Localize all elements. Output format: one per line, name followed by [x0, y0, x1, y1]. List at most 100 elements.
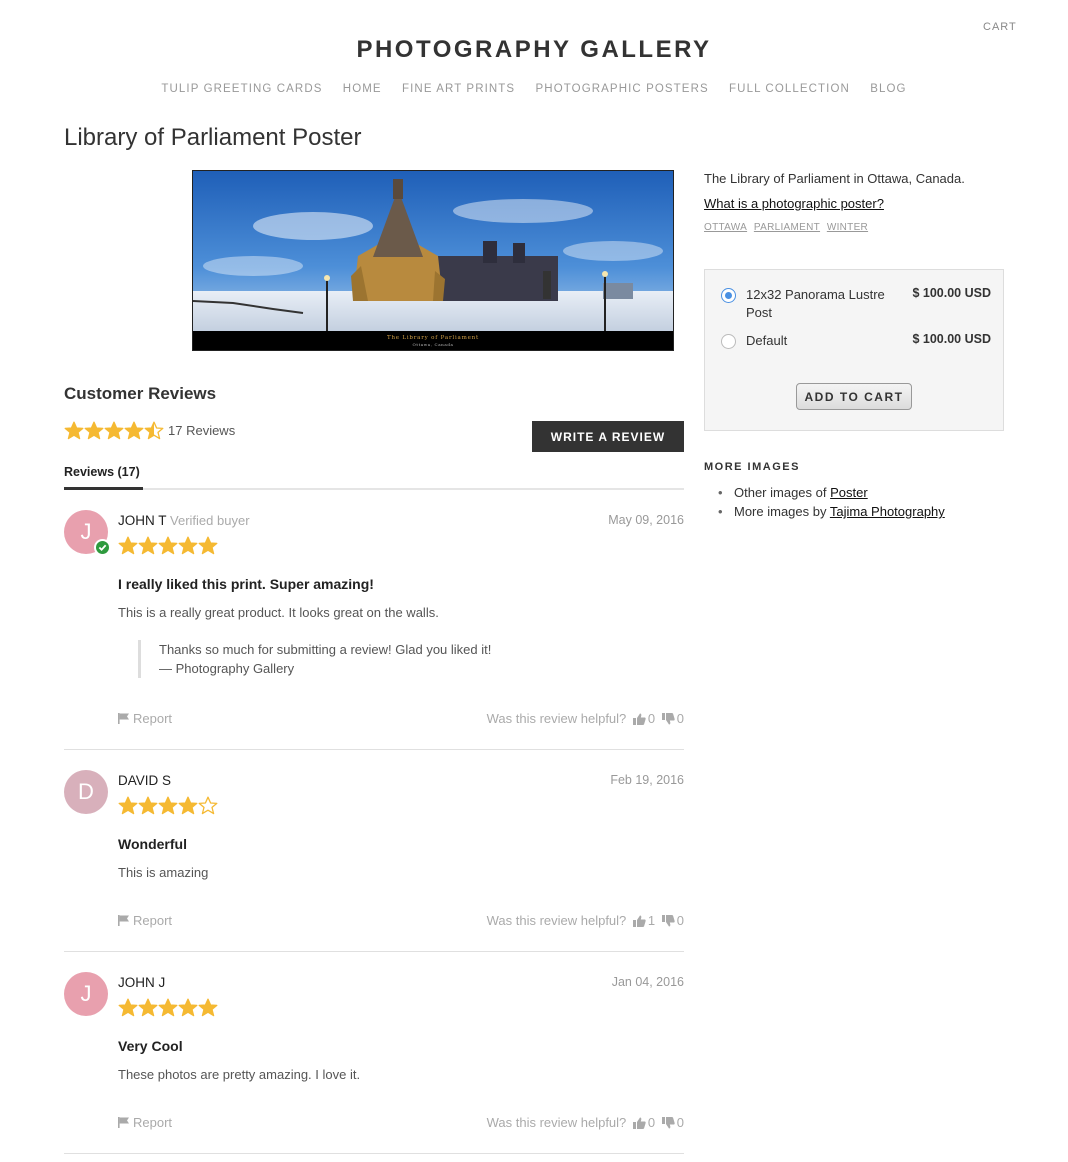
- flag-icon: [118, 713, 129, 724]
- helpful-label: Was this review helpful?: [486, 711, 627, 726]
- thumbs-down-icon[interactable]: [661, 915, 675, 927]
- avatar: D: [64, 770, 108, 814]
- helpful-down-count: 0: [676, 913, 684, 928]
- variant-price: $ 100.00 USD: [912, 286, 991, 300]
- report-button[interactable]: Report: [118, 711, 172, 726]
- nav-item-tulip-greeting-cards[interactable]: TULIP GREETING CARDS: [161, 83, 322, 95]
- review-date: Feb 19, 2016: [610, 773, 684, 787]
- star-half-icon: [144, 421, 164, 440]
- reviewer-name-text: JOHN J: [118, 975, 166, 990]
- reviewer-name-text: DAVID S: [118, 773, 172, 788]
- review-title: I really liked this print. Super amazing…: [118, 576, 374, 592]
- helpful-up-count: 0: [647, 1115, 656, 1130]
- review-rating-stars: [118, 536, 220, 556]
- review-body: These photos are pretty amazing. I love …: [118, 1067, 361, 1082]
- more-images-prefix: More images by: [734, 504, 827, 519]
- star-filled-icon: [158, 998, 178, 1017]
- star-filled-icon: [118, 796, 138, 815]
- star-filled-icon: [124, 421, 144, 440]
- reviews-tab-bar: Reviews (17): [64, 464, 684, 490]
- tab-reviews[interactable]: Reviews (17): [64, 464, 143, 490]
- helpful-down-count: 0: [676, 1115, 684, 1130]
- report-label: Report: [133, 1115, 173, 1130]
- thumbs-up-icon[interactable]: [632, 713, 646, 725]
- product-description: The Library of Parliament in Ottawa, Can…: [704, 171, 965, 186]
- tag-ottawa[interactable]: OTTAWA: [704, 222, 747, 233]
- photographic-poster-info-link[interactable]: What is a photographic poster?: [704, 196, 884, 211]
- nav-item-full-collection[interactable]: FULL COLLECTION: [729, 83, 850, 95]
- star-filled-icon: [64, 421, 84, 440]
- review-helpful: Was this review helpful? 0 0: [487, 1115, 684, 1130]
- helpful-up-count: 0: [647, 711, 656, 726]
- star-filled-icon: [138, 998, 158, 1017]
- radio-selected-icon[interactable]: [721, 288, 736, 303]
- review-count[interactable]: 17 Reviews: [168, 423, 235, 438]
- parliament-panorama-photo: The Library of Parliament Ottawa, Canada: [193, 171, 673, 350]
- list-item: More images by Tajima Photography: [704, 502, 1004, 521]
- tag-parliament[interactable]: PARLIAMENT: [754, 222, 820, 233]
- cart-link[interactable]: CART: [983, 21, 1017, 33]
- variant-selector: 12x32 Panorama Lustre Post $ 100.00 USD …: [704, 269, 1004, 431]
- verified-buyer-label: Verified buyer: [170, 513, 250, 528]
- tag-winter[interactable]: WINTER: [827, 222, 868, 233]
- flag-icon: [118, 915, 129, 926]
- nav-item-home[interactable]: HOME: [343, 83, 382, 95]
- star-filled-icon: [138, 536, 158, 555]
- report-button[interactable]: Report: [118, 1115, 172, 1130]
- review-date: May 09, 2016: [608, 513, 684, 527]
- helpful-up-count: 1: [647, 913, 656, 928]
- site-title[interactable]: PHOTOGRAPHY GALLERY: [0, 36, 1068, 64]
- flag-icon: [118, 1117, 129, 1128]
- product-info: The Library of Parliament in Ottawa, Can…: [704, 170, 1004, 233]
- star-filled-icon: [158, 796, 178, 815]
- star-filled-icon: [138, 796, 158, 815]
- thumbs-up-icon[interactable]: [632, 915, 646, 927]
- product-image[interactable]: The Library of Parliament Ottawa, Canada: [192, 170, 674, 351]
- more-images-prefix: Other images of: [734, 485, 827, 500]
- review-item: J JOHN J Jan 04, 2016 Very Cool These ph…: [64, 972, 684, 1154]
- reviewer-name-text: JOHN T: [118, 513, 167, 528]
- review-item: D DAVID S Feb 19, 2016 Wonderful This is…: [64, 770, 684, 952]
- review-helpful: Was this review helpful? 1 0: [487, 913, 684, 928]
- thumbs-down-icon[interactable]: [661, 713, 675, 725]
- nav-item-photographic-posters[interactable]: PHOTOGRAPHIC POSTERS: [536, 83, 709, 95]
- list-item: Other images of Poster: [704, 483, 1004, 502]
- store-reply-text: Thanks so much for submitting a review! …: [159, 642, 492, 657]
- star-filled-icon: [104, 421, 124, 440]
- review-helpful: Was this review helpful? 0 0: [487, 711, 684, 726]
- photographer-link[interactable]: Tajima Photography: [830, 504, 945, 519]
- more-images-section: MORE IMAGES Other images of Poster More …: [704, 461, 1004, 521]
- thumbs-down-icon[interactable]: [661, 1117, 675, 1129]
- star-filled-icon: [198, 536, 218, 555]
- star-filled-icon: [84, 421, 104, 440]
- review-title: Very Cool: [118, 1038, 183, 1054]
- star-filled-icon: [178, 998, 198, 1017]
- variant-label: Default: [746, 333, 788, 348]
- reviews-heading: Customer Reviews: [64, 384, 217, 403]
- star-filled-icon: [158, 536, 178, 555]
- reviewer-name: JOHN T Verified buyer: [118, 513, 250, 528]
- radio-unselected-icon[interactable]: [721, 334, 736, 349]
- nav-item-blog[interactable]: BLOG: [870, 83, 906, 95]
- review-rating-stars: [118, 998, 220, 1018]
- nav-item-fine-art-prints[interactable]: FINE ART PRINTS: [402, 83, 515, 95]
- image-caption-subtitle: Ottawa, Canada: [413, 342, 454, 347]
- reviewer-name: JOHN J: [118, 975, 165, 990]
- review-date: Jan 04, 2016: [611, 975, 684, 989]
- verified-check-icon: [94, 539, 111, 556]
- star-filled-icon: [118, 998, 138, 1017]
- store-reply-author: — Photography Gallery: [159, 661, 295, 676]
- helpful-label: Was this review helpful?: [486, 1115, 627, 1130]
- write-review-button[interactable]: WRITE A REVIEW: [532, 421, 684, 452]
- more-images-heading: MORE IMAGES: [704, 461, 800, 473]
- report-label: Report: [133, 913, 173, 928]
- add-to-cart-button[interactable]: ADD TO CART: [796, 383, 912, 410]
- average-rating-stars: [64, 421, 166, 441]
- thumbs-up-icon[interactable]: [632, 1117, 646, 1129]
- star-filled-icon: [198, 998, 218, 1017]
- review-item: J JOHN T Verified buyer May 09, 2016 I r…: [64, 510, 684, 750]
- review-body: This is a really great product. It looks…: [118, 605, 439, 620]
- report-button[interactable]: Report: [118, 913, 172, 928]
- poster-collection-link[interactable]: Poster: [830, 485, 868, 500]
- helpful-label: Was this review helpful?: [486, 913, 627, 928]
